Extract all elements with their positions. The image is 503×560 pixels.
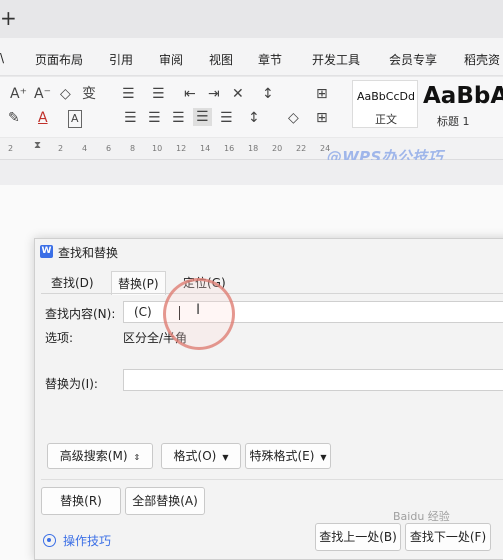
find-next-button[interactable]: 查找下一处(F) bbox=[405, 523, 491, 551]
ruler-number: 20 bbox=[272, 144, 283, 153]
dialog-title-bar[interactable]: W 查找和替换 bbox=[35, 239, 503, 265]
options-label: 选项: bbox=[45, 331, 74, 345]
replace-button[interactable]: 替换(R) bbox=[41, 487, 121, 515]
advanced-search-label: 高级搜索(M) bbox=[59, 449, 128, 463]
indent-marker-icon[interactable]: ⧗ bbox=[34, 140, 41, 151]
align-center-icon[interactable]: ☰ bbox=[148, 110, 161, 126]
ruler-number: 14 bbox=[200, 144, 211, 153]
style-normal-sample: AaBbCcDd bbox=[357, 90, 415, 103]
new-tab-button[interactable]: + bbox=[0, 8, 17, 28]
menu-fragment[interactable]: \ bbox=[0, 51, 4, 65]
borders-icon[interactable]: ⊞ bbox=[316, 110, 328, 126]
chinese-layout-icon[interactable]: ✕ bbox=[232, 86, 244, 102]
ruler-number: 6 bbox=[106, 144, 112, 153]
wps-app-icon: W bbox=[40, 245, 53, 258]
menu-references[interactable]: 引用 bbox=[109, 51, 133, 68]
font-shrink-icon[interactable]: A⁻ bbox=[34, 86, 51, 102]
advanced-search-button[interactable]: 高级搜索(M) ⇕ bbox=[47, 443, 153, 469]
menu-member[interactable]: 会员专享 bbox=[389, 51, 437, 68]
line-spacing-icon[interactable]: ↕ bbox=[248, 110, 260, 126]
ruler-number: 16 bbox=[224, 144, 235, 153]
chevron-down-icon: ▼ bbox=[320, 453, 327, 462]
replace-input[interactable] bbox=[123, 369, 503, 391]
chevron-down-icon: ▼ bbox=[222, 453, 229, 462]
menu-section[interactable]: 章节 bbox=[258, 51, 282, 68]
clear-format-icon[interactable]: ◇ bbox=[60, 86, 71, 102]
ruler-number: 12 bbox=[176, 144, 187, 153]
tips-icon[interactable] bbox=[43, 534, 56, 547]
justify-icon[interactable]: ☰ bbox=[193, 108, 212, 126]
tab-strip: + bbox=[0, 0, 503, 38]
outdent-icon[interactable]: ⇤ bbox=[184, 86, 196, 102]
phonetic-icon[interactable]: 变 bbox=[82, 86, 96, 102]
ibeam-cursor-icon: Ⅰ bbox=[196, 302, 201, 318]
distribute-icon[interactable]: ☰ bbox=[220, 110, 233, 126]
ruler-number: 18 bbox=[248, 144, 259, 153]
ruler-number: 8 bbox=[130, 144, 136, 153]
ribbon-menu: \ 页面布局 引用 审阅 视图 章节 开发工具 会员专享 稻壳资 bbox=[0, 38, 503, 76]
shading-icon[interactable]: ◇ bbox=[288, 110, 299, 126]
replace-all-button[interactable]: 全部替换(A) bbox=[125, 487, 205, 515]
expand-icon: ⇕ bbox=[133, 453, 141, 462]
style-normal-name: 正文 bbox=[375, 113, 397, 126]
menu-view[interactable]: 视图 bbox=[209, 51, 233, 68]
dialog-title: 查找和替换 bbox=[58, 246, 119, 260]
screen: { "tabstrip": { "new_tab_glyph": "+" }, … bbox=[0, 0, 503, 560]
find-input-value: (C) bbox=[134, 305, 152, 319]
menu-docer[interactable]: 稻壳资 bbox=[464, 51, 500, 68]
divider bbox=[41, 479, 503, 480]
font-color-icon[interactable]: A bbox=[38, 110, 48, 126]
numbered-list-icon[interactable]: ☰ bbox=[152, 86, 165, 102]
sort-icon[interactable]: ↕ bbox=[262, 86, 274, 102]
tab-find[interactable]: 查找(D) bbox=[45, 271, 100, 294]
find-previous-button[interactable]: 查找上一处(B) bbox=[315, 523, 401, 551]
format-label: 格式(O) bbox=[173, 449, 217, 463]
special-format-button[interactable]: 特殊格式(E) ▼ bbox=[245, 443, 331, 469]
special-format-label: 特殊格式(E) bbox=[249, 449, 315, 463]
menu-page-layout[interactable]: 页面布局 bbox=[35, 51, 83, 68]
find-label: 查找内容(N): bbox=[45, 307, 116, 321]
ruler-number: 4 bbox=[82, 144, 88, 153]
highlight-icon[interactable]: ✎ bbox=[8, 110, 20, 126]
font-grow-icon[interactable]: A⁺ bbox=[10, 86, 27, 102]
baidu-watermark: Baidu 经验 bbox=[393, 510, 450, 523]
menu-developer[interactable]: 开发工具 bbox=[312, 51, 360, 68]
ruler-number: 2 bbox=[58, 144, 64, 153]
bullet-list-icon[interactable]: ☰ bbox=[122, 86, 135, 102]
char-border-icon[interactable]: A bbox=[68, 110, 82, 128]
menu-review[interactable]: 审阅 bbox=[159, 51, 183, 68]
tab-divider bbox=[41, 293, 503, 294]
ruler-number: 22 bbox=[296, 144, 307, 153]
ruler-number: 10 bbox=[152, 144, 163, 153]
tips-link[interactable]: 操作技巧 bbox=[63, 532, 111, 549]
replace-label: 替换为(I): bbox=[45, 377, 98, 391]
style-heading1-name: 标题 1 bbox=[437, 115, 470, 128]
indent-icon[interactable]: ⇥ bbox=[208, 86, 220, 102]
ruler-number: 2 bbox=[8, 144, 14, 153]
style-heading1-sample: AaBbA bbox=[423, 83, 503, 109]
format-button[interactable]: 格式(O) ▼ bbox=[161, 443, 241, 469]
align-left-icon[interactable]: ☰ bbox=[124, 110, 137, 126]
tab-replace[interactable]: 替换(P) bbox=[111, 271, 166, 295]
style-heading1[interactable]: AaBbA 标题 1 bbox=[420, 80, 503, 128]
table-icon[interactable]: ⊞ bbox=[316, 86, 328, 102]
style-normal[interactable]: AaBbCcDd 正文 bbox=[352, 80, 418, 128]
align-right-icon[interactable]: ☰ bbox=[172, 110, 185, 126]
